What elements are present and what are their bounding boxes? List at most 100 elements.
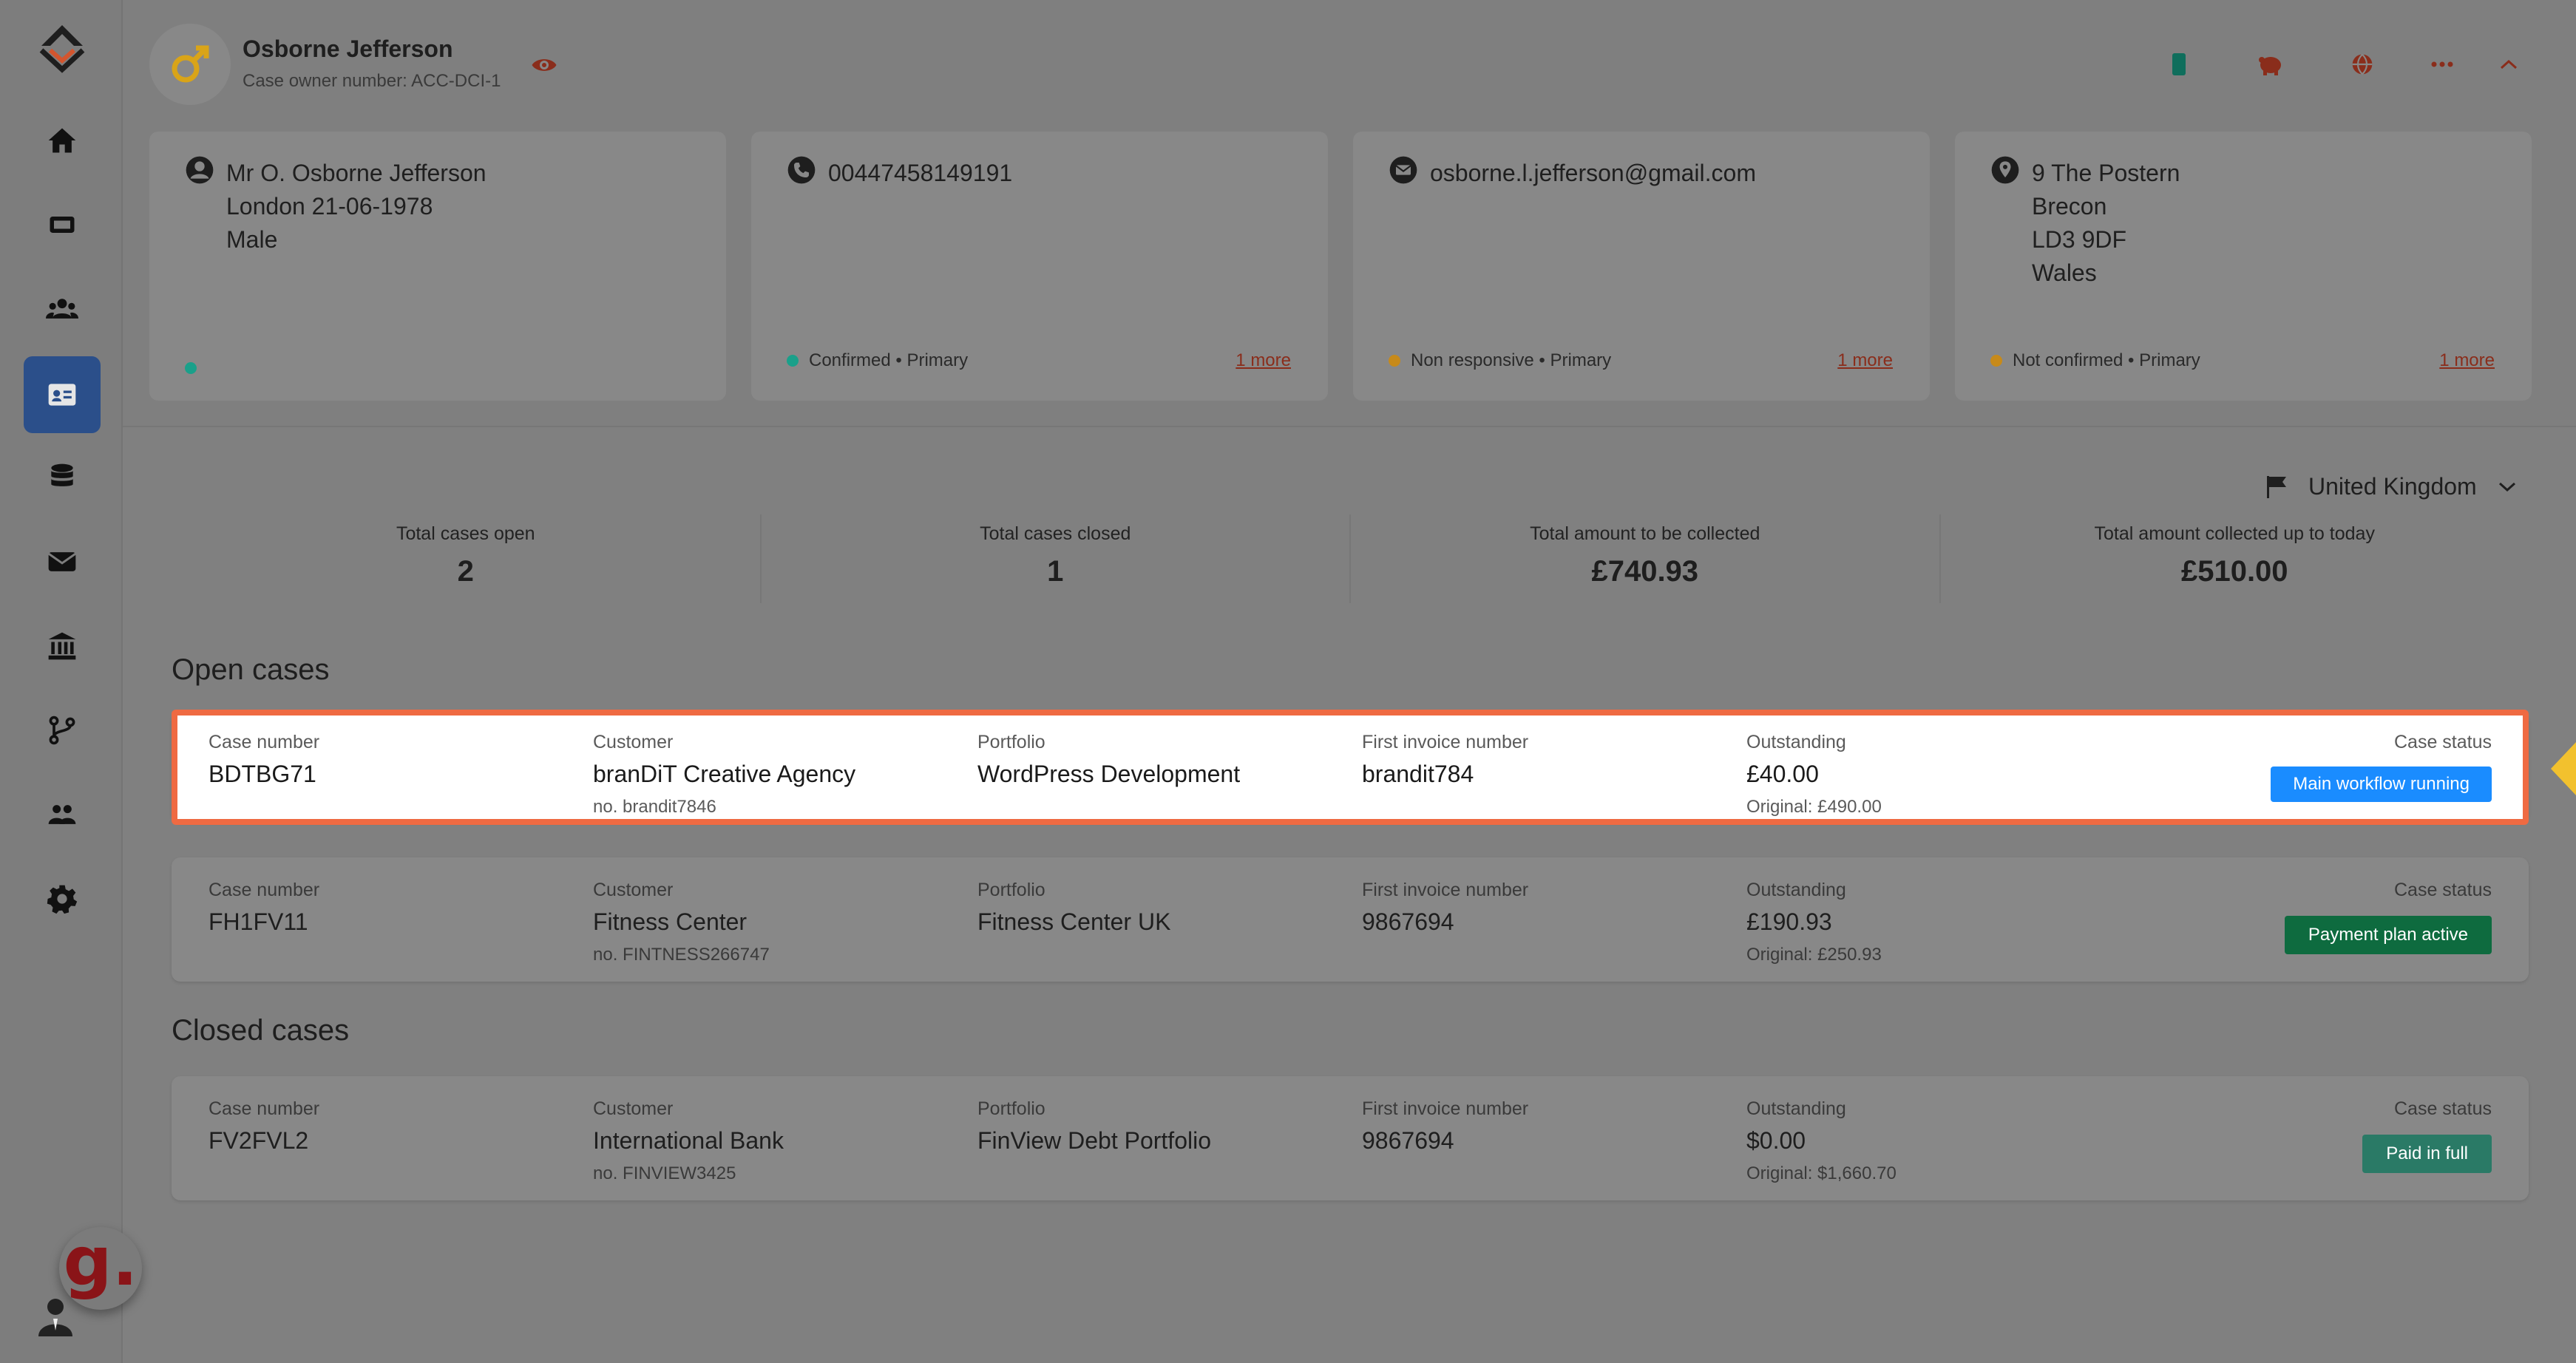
- location-pin-icon: [1991, 156, 2019, 184]
- customer-number: no. brandit7846: [593, 797, 716, 817]
- outstanding-amount: £40.00: [1746, 761, 1819, 787]
- portfolio-name: FinView Debt Portfolio: [977, 1127, 1211, 1154]
- stat-value: £510.00: [2180, 555, 2288, 588]
- case-status-label: Case status: [2393, 732, 2492, 752]
- mobile-icon: [2172, 53, 2186, 75]
- stat-label: Total amount to be collected: [1530, 523, 1760, 544]
- person-gender-line: Male: [226, 226, 278, 253]
- customer-label: Customer: [593, 732, 674, 752]
- branch-icon: [49, 716, 75, 745]
- address-line-4: Wales: [2032, 259, 2097, 286]
- eye-icon[interactable]: [531, 52, 557, 78]
- first-invoice-number: 9867694: [1362, 908, 1454, 935]
- person-name-line: Mr O. Osborne Jefferson: [226, 160, 487, 186]
- status-dot: [1990, 355, 2002, 367]
- address-status: Not confirmed • Primary: [2013, 350, 2200, 370]
- outstanding-label: Outstanding: [1746, 1098, 1846, 1119]
- status-dot: [787, 355, 799, 367]
- address-card: 9 The Postern Brecon LD3 9DF Wales Not c…: [1955, 132, 2532, 401]
- case-row-open-2[interactable]: Case number FH1FV11 Customer Fitness Cente…: [172, 857, 2529, 982]
- case-number-label: Case number: [209, 732, 320, 752]
- customer-name: International Bank: [593, 1127, 784, 1154]
- case-stats: Total cases open 2 Total cases closed 1 …: [172, 514, 2529, 603]
- status-dot: [185, 362, 197, 374]
- collapse-button[interactable]: [2495, 50, 2523, 78]
- address-more-link[interactable]: 1 more: [2439, 350, 2495, 371]
- case-row-closed-1[interactable]: Case number FV2FVL2 Customer International…: [172, 1076, 2529, 1200]
- stat-total-closed: Total cases closed 1: [762, 514, 1351, 603]
- original-amount: Original: £490.00: [1746, 797, 1882, 817]
- mail-icon: [47, 552, 77, 571]
- chevron-down-icon: [2498, 482, 2515, 492]
- phone-device-button[interactable]: [2165, 50, 2193, 78]
- case-status-badge[interactable]: Paid in full: [2362, 1135, 2492, 1173]
- nav-tickets[interactable]: [24, 186, 101, 263]
- customer-number: no. FINTNESS266747: [593, 945, 770, 965]
- outstanding-amount: £190.93: [1746, 908, 1832, 935]
- piggy-bank-icon: [2259, 57, 2281, 75]
- open-cases-title: Open cases: [172, 653, 330, 686]
- customer-header: Osborne Jefferson Case owner number: ACC…: [123, 0, 2576, 427]
- email-address[interactable]: osborne.l.jefferson@gmail.com: [1430, 157, 1756, 190]
- users-icon: [46, 299, 78, 319]
- address-line-2: Brecon: [2032, 193, 2107, 220]
- flag-icon: [2267, 475, 2286, 498]
- closed-cases-title: Closed cases: [172, 1014, 350, 1047]
- first-invoice-number: brandit784: [1362, 761, 1474, 787]
- chevron-up-icon: [2500, 59, 2518, 69]
- nav-mail[interactable]: [24, 523, 101, 600]
- country-selector[interactable]: United Kingdom: [2265, 473, 2517, 500]
- email-card: osborne.l.jefferson@gmail.com Non respon…: [1353, 132, 1930, 401]
- case-owner-number: Case owner number: ACC-DCI-1: [243, 71, 501, 91]
- phone-more-link[interactable]: 1 more: [1236, 350, 1291, 371]
- phone-number[interactable]: 00447458149191: [828, 157, 1012, 190]
- customer-name: Fitness Center: [593, 908, 748, 935]
- more-horizontal-icon: [2431, 61, 2453, 67]
- profile-avatar: [149, 24, 231, 105]
- nav-bank[interactable]: [24, 608, 101, 684]
- stat-collected: Total amount collected up to today £510.…: [1941, 514, 2529, 603]
- home-icon: [48, 128, 76, 153]
- nav-workflow[interactable]: [24, 692, 101, 769]
- email-status: Non responsive • Primary: [1411, 350, 1612, 370]
- stat-value: 2: [457, 555, 474, 588]
- bank-icon: [48, 632, 76, 660]
- portfolio-label: Portfolio: [977, 880, 1045, 900]
- address-line-1: 9 The Postern: [2032, 160, 2180, 186]
- app-logo[interactable]: [35, 21, 89, 74]
- stat-value: 1: [1047, 555, 1064, 588]
- person-details-card: Mr O. Osborne Jefferson London 21-06-197…: [149, 132, 726, 401]
- piggy-bank-button[interactable]: [2257, 50, 2285, 78]
- case-status-label: Case status: [2393, 880, 2492, 900]
- country-name: United Kingdom: [2308, 473, 2477, 500]
- email-more-link[interactable]: 1 more: [1837, 350, 1893, 371]
- customer-name: branDiT Creative Agency: [593, 761, 856, 787]
- stat-label: Total cases open: [396, 523, 535, 544]
- nav-database[interactable]: [24, 439, 101, 516]
- outstanding-amount: $0.00: [1746, 1127, 1806, 1154]
- stat-label: Total cases closed: [980, 523, 1131, 544]
- more-options-button[interactable]: [2428, 50, 2456, 78]
- portfolio-label: Portfolio: [977, 1098, 1045, 1119]
- nav-team[interactable]: [24, 776, 101, 853]
- case-number-label: Case number: [209, 1098, 320, 1119]
- phone-status: Confirmed • Primary: [809, 350, 969, 370]
- customer-label: Customer: [593, 1098, 674, 1119]
- case-number: FH1FV11: [209, 908, 308, 935]
- email-icon: [1389, 156, 1417, 184]
- nav-users[interactable]: [24, 271, 101, 347]
- case-status-badge[interactable]: Payment plan active: [2284, 916, 2492, 954]
- nav-settings[interactable]: [24, 860, 101, 937]
- male-gender-icon: [172, 45, 209, 83]
- portfolio-label: Portfolio: [977, 732, 1045, 752]
- web-button[interactable]: [2348, 50, 2376, 78]
- side-panel-toggle[interactable]: [2551, 742, 2576, 795]
- phone-icon: [787, 156, 816, 184]
- phone-card: 00447458149191 Confirmed • Primary 1 mor…: [751, 132, 1328, 401]
- portfolio-name: WordPress Development: [977, 761, 1241, 787]
- case-status-badge[interactable]: Main workflow running: [2271, 767, 2492, 802]
- user-avatar[interactable]: [37, 1295, 74, 1336]
- case-row-open-1[interactable]: Case number BDTBG71 Customer branDiT Creat…: [172, 713, 2529, 822]
- nav-contacts[interactable]: [24, 356, 101, 433]
- nav-home[interactable]: [24, 102, 101, 179]
